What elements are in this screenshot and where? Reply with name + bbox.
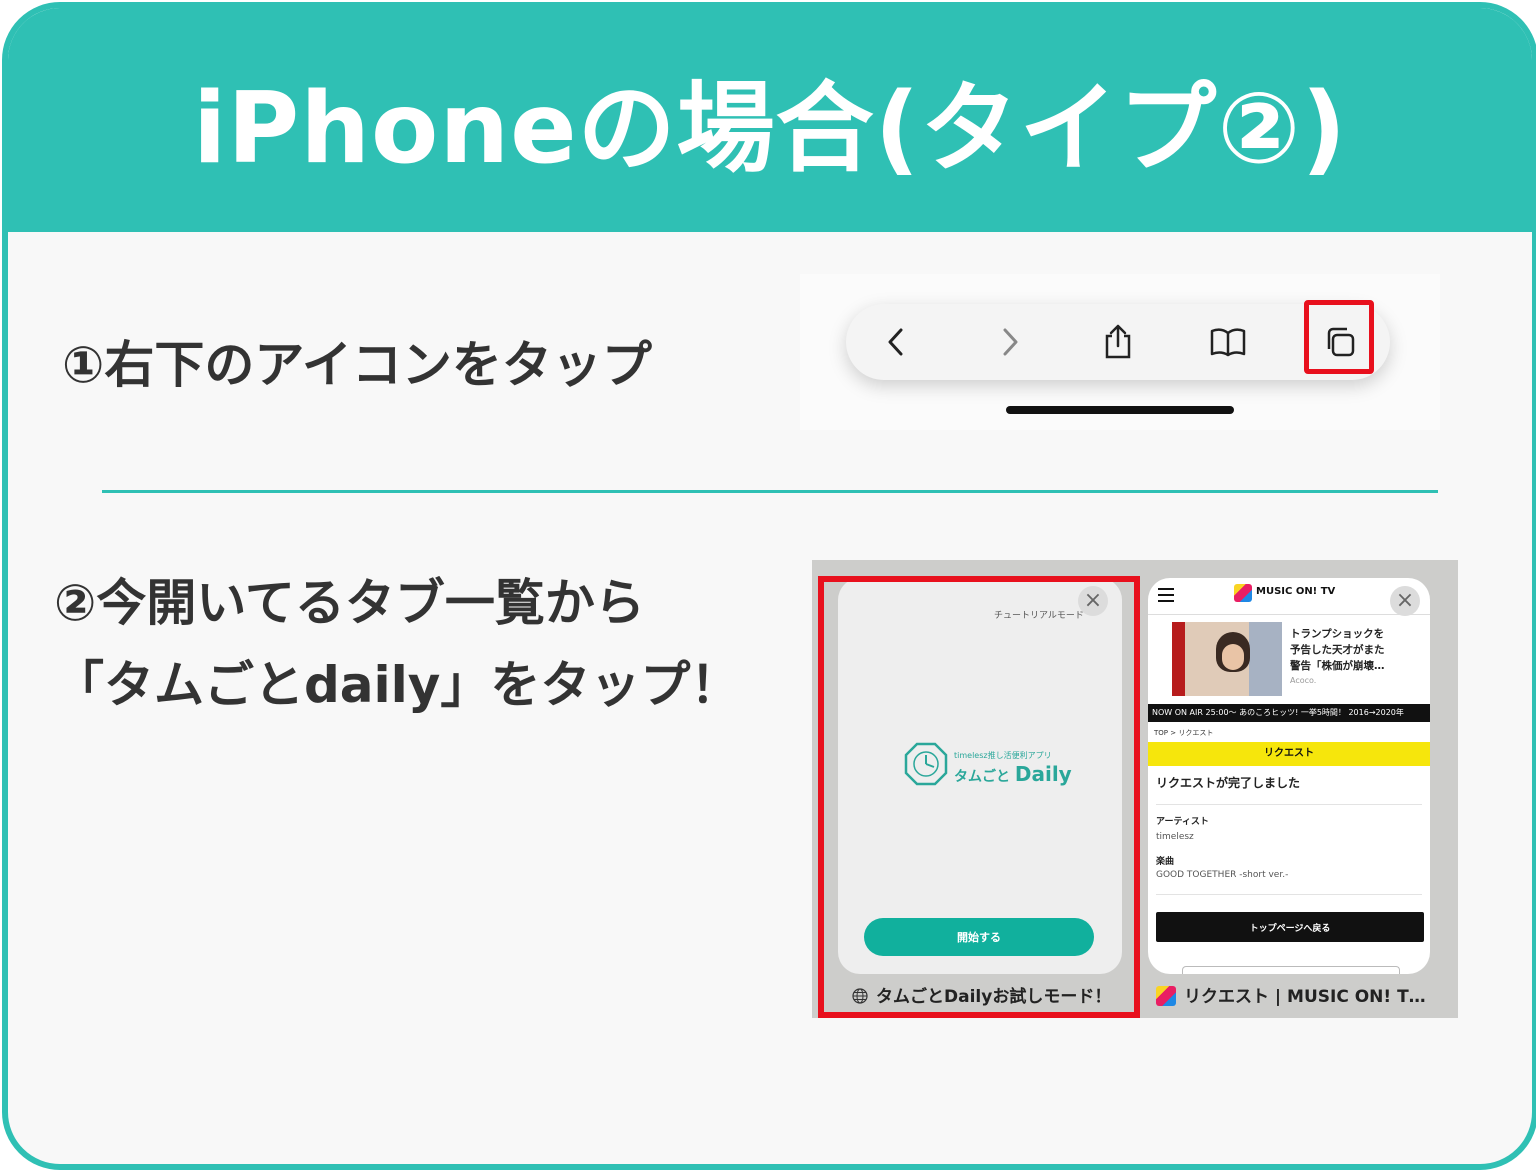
toolbar-screenshot — [800, 274, 1440, 430]
home-indicator — [1006, 406, 1234, 414]
artist-value: timelesz — [1156, 832, 1194, 842]
onair-ticker: NOW ON AIR 25:00〜 あのころヒッツ! 一挙5時間！ 2016→2… — [1148, 704, 1430, 722]
music-on-logo-icon — [1234, 584, 1252, 602]
song-value: GOOD TOGETHER -short ver.- — [1156, 870, 1289, 880]
step1-text: ①右下のアイコンをタップ — [62, 336, 652, 394]
song-label: 楽曲 — [1156, 857, 1175, 867]
menu-icon[interactable] — [1158, 588, 1174, 602]
instruction-card: iPhoneの場合(タイプ②) ①右下のアイコンをタップ ②今開いてるタブ一覧か… — [2, 2, 1536, 1170]
tab2-caption[interactable]: リクエスト | MUSIC ON! T… — [1184, 982, 1426, 1007]
music-on-favicon-icon — [1156, 986, 1176, 1006]
section-divider — [102, 490, 1438, 493]
step2-text-line2: 「タムごとdaily」をタップ！ — [54, 656, 741, 714]
request-header: リクエスト — [1148, 742, 1430, 766]
forward-icon[interactable] — [990, 322, 1030, 362]
partial-content — [1182, 966, 1400, 974]
divider — [1156, 894, 1422, 895]
page-title: iPhoneの場合(タイプ②) — [192, 72, 1348, 186]
tab1-highlight-frame — [818, 576, 1140, 1018]
tabs-icon-highlight — [1304, 300, 1374, 374]
news-thumbnail — [1172, 622, 1282, 696]
request-done-text: リクエストが完了しました — [1156, 776, 1301, 790]
share-icon[interactable] — [1098, 322, 1138, 362]
back-to-top-button[interactable]: トップページへ戻る — [1156, 912, 1424, 942]
news-source: Acoco. — [1290, 676, 1317, 685]
divider — [1156, 804, 1422, 805]
bookmarks-icon[interactable] — [1208, 322, 1248, 362]
artist-label: アーティスト — [1156, 817, 1209, 827]
site-name: MUSIC ON! TV — [1256, 586, 1336, 597]
news-headline[interactable]: トランプショックを 予告した天才がまた 警告「株価が崩壊… — [1290, 626, 1385, 674]
step2-text-line1: ②今開いてるタブ一覧から — [54, 574, 645, 632]
tab-overview-screenshot: チュートリアルモード × timelesz推し活便利アプリ タムごと Daily… — [812, 560, 1458, 1018]
breadcrumb: TOP > リクエスト — [1154, 729, 1214, 737]
close-tab-icon[interactable]: × — [1390, 586, 1420, 616]
header-bar: iPhoneの場合(タイプ②) — [8, 8, 1532, 232]
tab-card-music-on-tv[interactable]: MUSIC ON! TV × トランプショックを 予告した天才がまた 警告「株価… — [1148, 578, 1430, 974]
back-icon[interactable] — [876, 322, 916, 362]
site-header: MUSIC ON! TV — [1148, 578, 1430, 615]
